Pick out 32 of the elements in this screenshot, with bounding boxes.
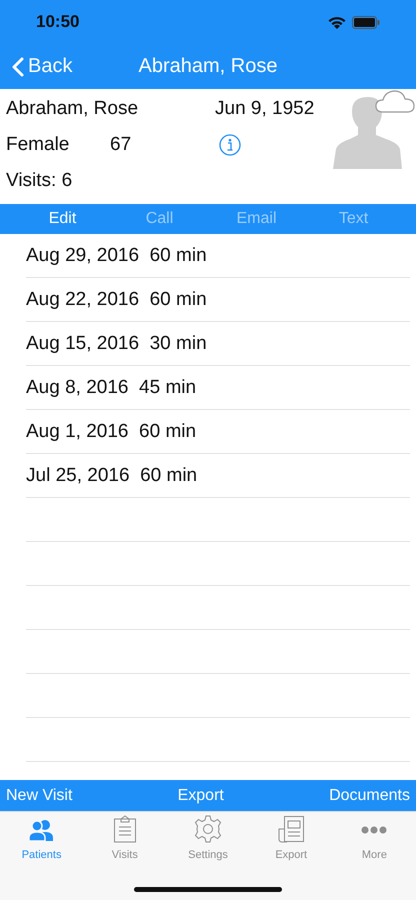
tab-button[interactable]: Export [250,812,333,862]
visit-count: Visits: 6 [6,170,74,192]
patient-name: Abraham, Rose [6,98,140,120]
toolbar-button[interactable]: Documents [329,786,410,804]
visit-entry[interactable]: Jul 25, 2016 60 min [26,464,198,486]
more-icon [361,826,388,834]
status-time: 10:50 [36,12,80,32]
tab-button[interactable]: Settings [166,812,250,862]
patient-gender: Female [6,134,70,156]
visit-entry[interactable]: Aug 22, 2016 60 min [26,288,207,310]
toolbar-button[interactable]: New Visit [6,786,72,804]
birth-date: Jun 9, 1952 [215,98,314,120]
wifi-icon [328,16,346,28]
patient-age: 67 [110,134,132,156]
visit-entry[interactable]: Aug 8, 2016 45 min [26,376,196,398]
clipboard-icon [112,815,137,843]
chevron-left-icon [12,56,24,76]
people-icon [28,818,56,840]
settings-icon [194,815,222,843]
tab-button[interactable]: Visits [83,812,166,862]
toolbar-button[interactable]: Export [178,786,224,804]
tab-button[interactable]: More [332,812,416,862]
nav-title: Abraham, Rose [138,55,278,77]
newspaper-icon [277,815,306,843]
tab-button[interactable]: Patients [0,812,84,862]
visit-entry[interactable]: Aug 15, 2016 30 min [26,332,207,354]
info-icon[interactable] [219,134,241,156]
visit-entry[interactable]: Aug 29, 2016 60 min [26,244,207,266]
action-button[interactable]: Edit [14,204,111,234]
back-button[interactable]: Back [0,48,78,84]
battery-icon [352,16,380,28]
visit-entry[interactable]: Aug 1, 2016 60 min [26,420,196,442]
